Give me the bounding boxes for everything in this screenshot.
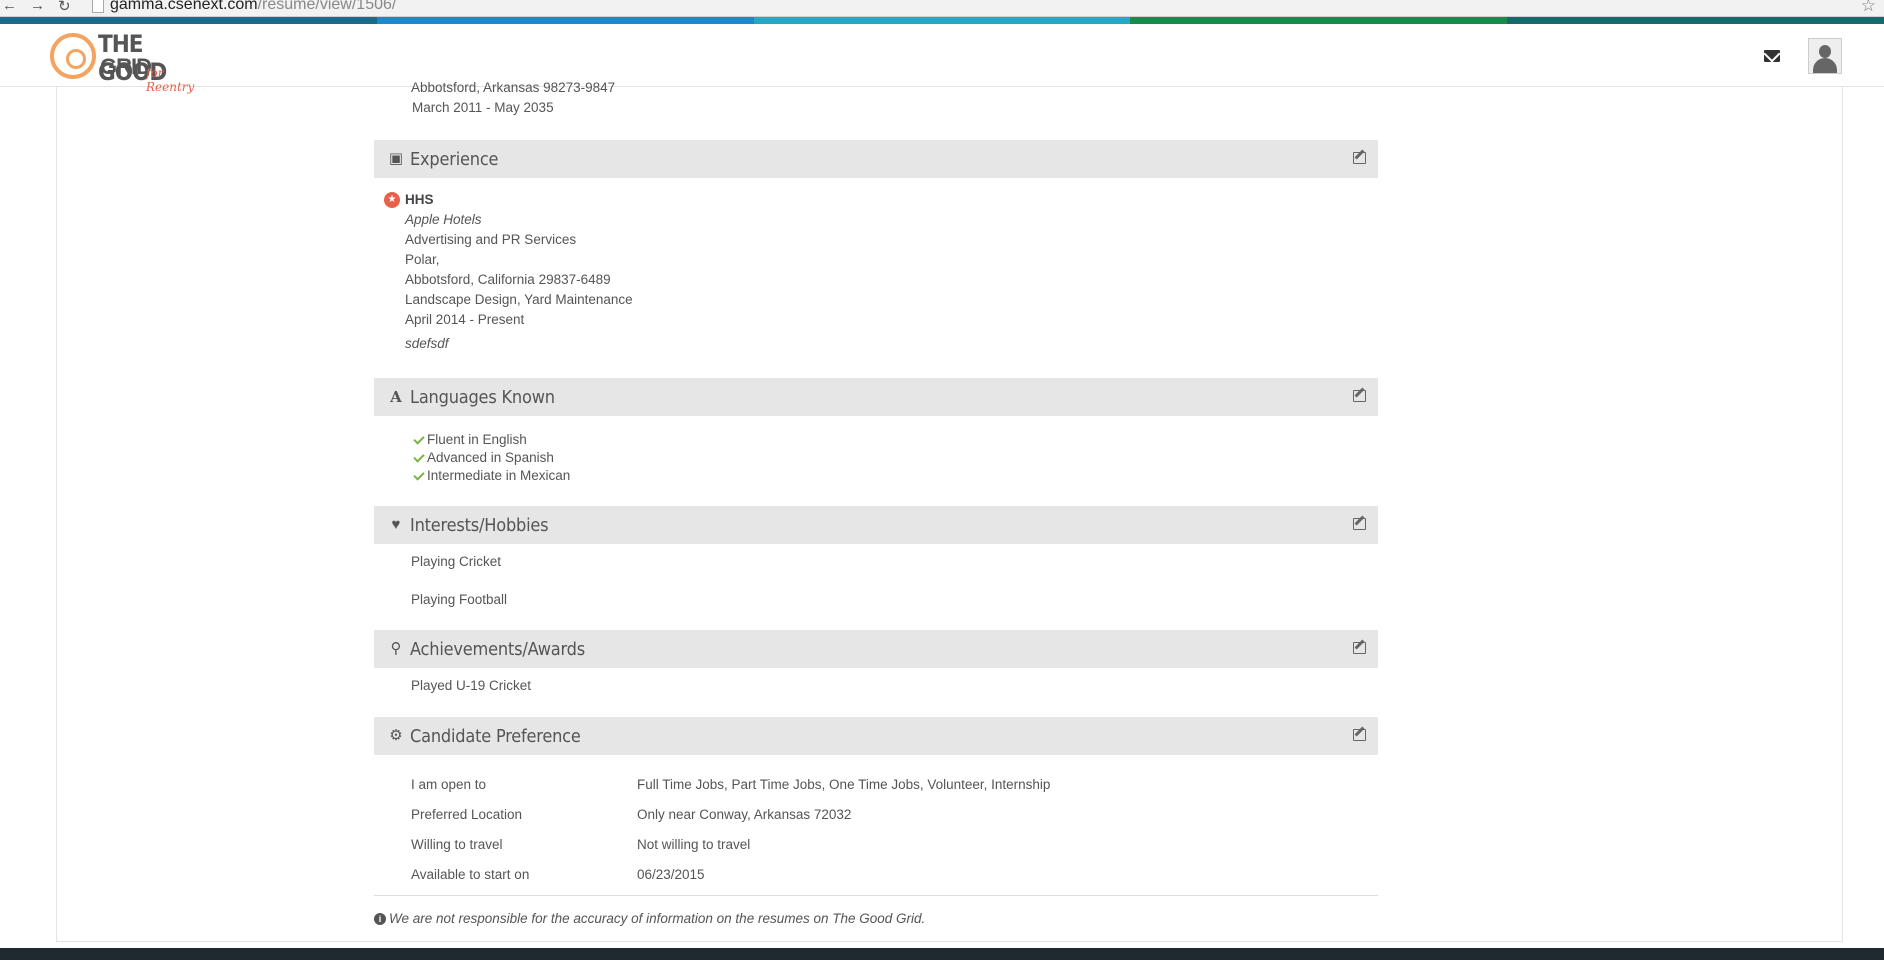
section-title: Interests/Hobbies bbox=[410, 515, 549, 536]
url-host: gamma.csenext.com bbox=[110, 0, 258, 13]
browser-toolbar: ← → ↻ gamma.csenext.com/resume/view/1506… bbox=[0, 0, 1884, 17]
logo-line-2: GRID bbox=[100, 54, 152, 79]
section-title: Experience bbox=[410, 149, 499, 170]
stripe-segment bbox=[753, 17, 1131, 24]
section-title: Languages Known bbox=[410, 387, 555, 408]
edit-icon[interactable] bbox=[1353, 152, 1366, 164]
back-icon[interactable]: ← bbox=[2, 0, 17, 14]
logo-tagline: for Reentry bbox=[146, 66, 195, 94]
avatar-head bbox=[1819, 45, 1831, 58]
envelope-icon[interactable] bbox=[1764, 50, 1780, 62]
language-item: Fluent in English bbox=[427, 432, 527, 447]
language-item: Advanced in Spanish bbox=[427, 450, 554, 465]
job-skills: Landscape Design, Yard Maintenance bbox=[405, 292, 633, 307]
disclaimer-text: We are not responsible for the accuracy … bbox=[389, 911, 926, 926]
check-icon bbox=[413, 469, 425, 481]
education-address: Abbotsford, Arkansas 98273-9847 bbox=[411, 80, 616, 95]
preference-value: Full Time Jobs, Part Time Jobs, One Time… bbox=[637, 777, 1051, 792]
edit-icon[interactable] bbox=[1353, 390, 1366, 402]
job-city: Polar, bbox=[405, 252, 440, 267]
preference-label: Willing to travel bbox=[411, 837, 503, 852]
site-logo[interactable]: THE GOOD GRID for Reentry bbox=[50, 30, 205, 94]
section-divider bbox=[374, 895, 1378, 896]
page-border-left bbox=[56, 86, 57, 942]
language-item: Intermediate in Mexican bbox=[427, 468, 571, 483]
achievement-item: Played U-19 Cricket bbox=[411, 678, 532, 693]
section-title: Candidate Preference bbox=[410, 726, 581, 747]
avatar-body bbox=[1813, 58, 1837, 73]
job-company: Apple Hotels bbox=[405, 212, 482, 227]
url-path: /resume/view/1506/ bbox=[257, 0, 397, 13]
preference-value: 06/23/2015 bbox=[637, 867, 705, 882]
achievements-section-header: ⚲ Achievements/Awards bbox=[374, 630, 1378, 668]
stripe-segment bbox=[1507, 17, 1884, 24]
stripe-segment bbox=[1130, 17, 1508, 24]
edit-icon[interactable] bbox=[1353, 518, 1366, 530]
trophy-icon: ⚲ bbox=[390, 640, 402, 657]
job-industry: Advertising and PR Services bbox=[405, 232, 577, 247]
stripe-segment bbox=[0, 17, 377, 24]
education-dates: March 2011 - May 2035 bbox=[412, 100, 554, 115]
font-icon: A bbox=[390, 388, 402, 406]
site-header: THE GOOD GRID for Reentry bbox=[0, 24, 1884, 94]
experience-section-header: ▣ Experience bbox=[374, 140, 1378, 178]
heart-icon: ♥ bbox=[391, 516, 401, 533]
page-icon bbox=[92, 0, 104, 13]
job-dates: April 2014 - Present bbox=[405, 312, 525, 327]
preference-label: Available to start on bbox=[411, 867, 530, 882]
reload-icon[interactable]: ↻ bbox=[58, 0, 71, 15]
preference-label: I am open to bbox=[411, 777, 487, 792]
preference-value: Not willing to travel bbox=[637, 837, 751, 852]
page-border-bottom bbox=[56, 941, 1843, 942]
site-footer bbox=[0, 948, 1884, 960]
briefcase-icon: ▣ bbox=[388, 150, 404, 167]
interest-item: Playing Football bbox=[411, 592, 508, 607]
gear-icon: ⚙ bbox=[389, 727, 403, 744]
edit-icon[interactable] bbox=[1353, 642, 1366, 654]
job-address: Abbotsford, California 29837-6489 bbox=[405, 272, 611, 287]
job-title: HHS bbox=[405, 192, 434, 207]
star-badge-icon: ★ bbox=[384, 192, 400, 208]
languages-section-header: A Languages Known bbox=[374, 378, 1378, 416]
forward-icon[interactable]: → bbox=[30, 0, 45, 14]
user-avatar[interactable] bbox=[1808, 38, 1842, 74]
interests-section-header: ♥ Interests/Hobbies bbox=[374, 506, 1378, 544]
job-description: sdefsdf bbox=[405, 336, 449, 351]
info-icon: i bbox=[374, 913, 386, 925]
check-icon bbox=[413, 451, 425, 463]
bookmark-star-icon[interactable]: ☆ bbox=[1861, 0, 1876, 16]
preference-section-header: ⚙ Candidate Preference bbox=[374, 717, 1378, 755]
color-stripe bbox=[0, 17, 1884, 24]
logo-flower-icon bbox=[50, 33, 96, 79]
preference-label: Preferred Location bbox=[411, 807, 523, 822]
edit-icon[interactable] bbox=[1353, 729, 1366, 741]
interest-item: Playing Cricket bbox=[411, 554, 502, 569]
check-icon bbox=[413, 433, 425, 445]
stripe-segment bbox=[376, 17, 754, 24]
page-border-right bbox=[1842, 86, 1843, 942]
section-title: Achievements/Awards bbox=[410, 639, 585, 660]
preference-value: Only near Conway, Arkansas 72032 bbox=[637, 807, 852, 822]
address-bar[interactable]: gamma.csenext.com/resume/view/1506/ bbox=[110, 0, 396, 14]
